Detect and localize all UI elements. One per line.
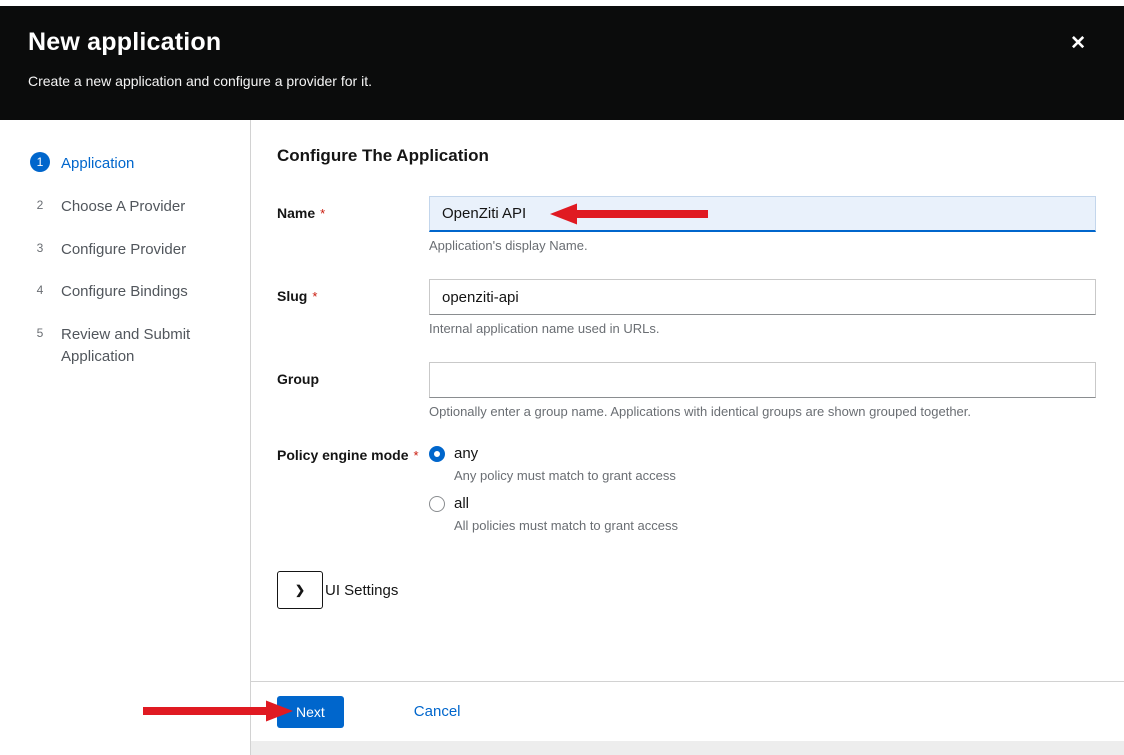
radio-option-all[interactable]: all xyxy=(429,495,1096,512)
step-label: Application xyxy=(61,152,134,175)
step-number: 3 xyxy=(30,238,50,258)
policy-engine-mode-label: Policy engine mode* xyxy=(277,445,429,545)
wizard-steps-nav: 1 Application 2 Choose A Provider 3 Conf… xyxy=(0,120,251,755)
step-label: Choose A Provider xyxy=(61,195,185,218)
ui-settings-section: ❯ UI Settings xyxy=(277,571,1096,609)
name-label: Name* xyxy=(277,196,429,253)
radio-all-unselected[interactable] xyxy=(429,496,445,512)
chevron-right-icon: ❯ xyxy=(295,583,305,597)
slug-field[interactable] xyxy=(429,279,1096,315)
page-background-strip xyxy=(251,741,1124,755)
step-number: 4 xyxy=(30,280,50,300)
wizard-step-application[interactable]: 1 Application xyxy=(30,142,234,185)
radio-all-helper-text: All policies must match to grant access xyxy=(454,518,1096,533)
group-label: Group xyxy=(277,362,429,419)
radio-all-label[interactable]: all xyxy=(454,495,469,512)
form-row-name: Name* Application's display Name. xyxy=(277,196,1096,253)
wizard-step-choose-provider[interactable]: 2 Choose A Provider xyxy=(30,185,234,228)
step-number: 1 xyxy=(30,152,50,172)
step-label: Configure Provider xyxy=(61,238,186,261)
new-application-modal: New application Create a new application… xyxy=(0,0,1124,755)
radio-any-label[interactable]: any xyxy=(454,445,478,462)
form-content: Configure The Application Name* Applicat… xyxy=(251,120,1124,681)
radio-any-helper-text: Any policy must match to grant access xyxy=(454,468,1096,483)
name-field[interactable] xyxy=(429,196,1096,232)
ui-settings-label: UI Settings xyxy=(325,582,398,599)
step-label: Review and Submit Application xyxy=(61,323,234,368)
wizard-step-review-submit[interactable]: 5 Review and Submit Application xyxy=(30,313,234,378)
modal-description: Create a new application and configure a… xyxy=(28,73,1096,89)
modal-title: New application xyxy=(28,28,1096,57)
close-icon[interactable]: ✕ xyxy=(1070,34,1086,53)
next-button[interactable]: Next xyxy=(277,696,344,728)
form-row-group: Group Optionally enter a group name. App… xyxy=(277,362,1096,419)
required-asterisk: * xyxy=(312,289,317,304)
page-title: Configure The Application xyxy=(277,146,1096,166)
group-helper-text: Optionally enter a group name. Applicati… xyxy=(429,404,1096,419)
modal-body: 1 Application 2 Choose A Provider 3 Conf… xyxy=(0,120,1124,755)
main-column: Configure The Application Name* Applicat… xyxy=(251,120,1124,755)
form-row-policy-engine-mode: Policy engine mode* any Any policy must … xyxy=(277,445,1096,545)
modal-header: New application Create a new application… xyxy=(0,6,1124,120)
step-number: 2 xyxy=(30,195,50,215)
required-asterisk: * xyxy=(320,206,325,221)
step-label: Configure Bindings xyxy=(61,280,188,303)
required-asterisk: * xyxy=(413,448,418,463)
radio-any-selected[interactable] xyxy=(429,446,445,462)
step-number: 5 xyxy=(30,323,50,343)
name-helper-text: Application's display Name. xyxy=(429,238,1096,253)
cancel-link[interactable]: Cancel xyxy=(414,703,461,720)
form-row-slug: Slug* Internal application name used in … xyxy=(277,279,1096,336)
slug-label: Slug* xyxy=(277,279,429,336)
modal-footer: Next Cancel xyxy=(251,681,1124,741)
wizard-step-configure-provider[interactable]: 3 Configure Provider xyxy=(30,228,234,271)
wizard-step-configure-bindings[interactable]: 4 Configure Bindings xyxy=(30,270,234,313)
slug-helper-text: Internal application name used in URLs. xyxy=(429,321,1096,336)
radio-option-any[interactable]: any xyxy=(429,445,1096,462)
group-field[interactable] xyxy=(429,362,1096,398)
ui-settings-expand-button[interactable]: ❯ xyxy=(277,571,323,609)
